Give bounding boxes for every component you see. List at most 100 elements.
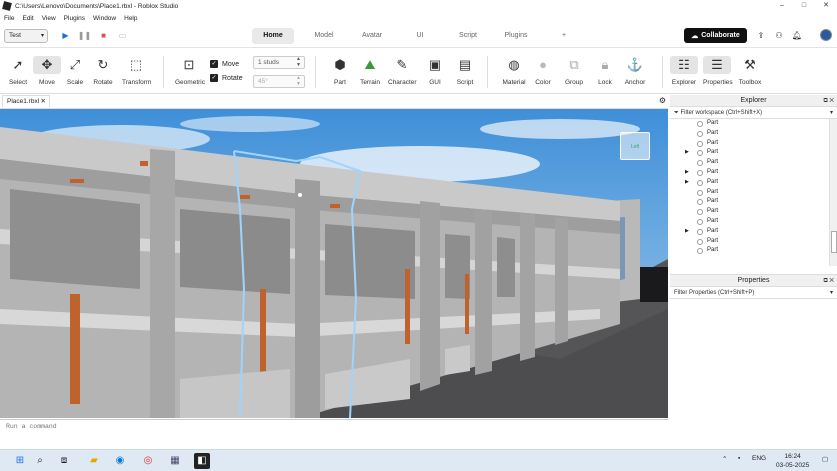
stepper-icon[interactable]: ▲ ▼ — [296, 75, 301, 87]
tab-script[interactable]: Script — [444, 28, 492, 44]
notifications-icon[interactable]: 🔔︎ — [788, 28, 806, 43]
language-indicator[interactable]: ENG — [752, 455, 766, 462]
tray-app-icon[interactable]: ▪ — [738, 455, 740, 462]
scrollbar-thumb[interactable] — [831, 231, 837, 253]
chrome-browser-icon[interactable]: ◎ — [140, 453, 156, 469]
document-tab-strip: ⚙ — [0, 95, 668, 109]
move-tool[interactable]: ✥ Move — [33, 56, 61, 86]
document-tab[interactable]: Place1.rbxl ✕ — [2, 95, 50, 107]
gui-tool[interactable]: ▣ GUI — [421, 56, 449, 86]
character-tool[interactable]: ✎ Character — [388, 56, 417, 86]
explorer-filter[interactable]: ⏷ Filter workspace (Ctrl+Shift+X) ▾ — [670, 107, 837, 119]
anchor-tool[interactable]: ⚓ Anchor — [621, 56, 649, 86]
system-clock[interactable]: 16:24 03-05-2025 — [776, 452, 809, 470]
tab-avatar[interactable]: Avatar — [348, 28, 396, 44]
mode-select[interactable]: Test ▾ — [4, 29, 48, 43]
expand-arrow-icon[interactable]: ▶ — [685, 178, 689, 188]
explorer-row[interactable]: Part — [670, 139, 828, 149]
properties-toggle[interactable]: ☰ Properties — [703, 56, 733, 86]
explorer-row[interactable]: Part — [670, 119, 828, 129]
tab-add[interactable]: + — [540, 28, 588, 44]
play-icon[interactable]: ▶ — [56, 30, 75, 42]
tab-model[interactable]: Model — [300, 28, 348, 44]
menu-plugins[interactable]: Plugins — [64, 15, 85, 22]
move-snap-input[interactable]: 1 studs ▲ ▼ — [253, 56, 305, 69]
geometric-tool[interactable]: ⊡ Geometric — [175, 56, 205, 86]
edge-browser-icon[interactable]: ◉ — [112, 453, 128, 469]
explorer-row[interactable]: ▶ Part — [670, 148, 828, 158]
chevron-down-icon[interactable]: ▾ — [830, 107, 833, 119]
lock-tool[interactable]: 🔒︎ Lock — [591, 56, 619, 86]
properties-filter[interactable]: Filter Properties (Ctrl+Shift+P) ▾ — [670, 287, 837, 299]
undock-icon[interactable]: ⧉ — [823, 278, 827, 284]
explorer-row[interactable]: ▶ Part — [670, 178, 828, 188]
transform-tool[interactable]: ⬚ Transform — [122, 56, 151, 86]
explorer-row[interactable]: Part — [670, 237, 828, 247]
group-tool[interactable]: ⧉ Group — [560, 56, 588, 86]
terrain-tool[interactable]: ⛰ Terrain — [356, 56, 384, 86]
team-icon[interactable]: ⚇ — [770, 28, 788, 43]
chevron-down-icon[interactable]: ▾ — [830, 287, 833, 299]
3d-viewport[interactable]: Left — [0, 109, 668, 418]
part-tool[interactable]: ⬢ Part — [326, 56, 354, 86]
tab-plugins[interactable]: Plugins — [492, 28, 540, 44]
share-icon[interactable]: ⇪ — [752, 28, 770, 43]
menu-view[interactable]: View — [42, 15, 56, 22]
view-cube[interactable]: Left — [620, 132, 650, 160]
properties-header: Properties ⧉ ✕ — [670, 275, 837, 287]
menu-help[interactable]: Help — [124, 15, 137, 22]
explorer-row[interactable]: Part — [670, 129, 828, 139]
rotate-snap-toggle[interactable]: ✓ Rotate — [210, 74, 243, 82]
explorer-row[interactable]: Part — [670, 158, 828, 168]
script-tool[interactable]: ▤ Script — [451, 56, 479, 86]
stepper-icon[interactable]: ▲ ▼ — [296, 56, 301, 68]
rotate-tool[interactable]: ↻ Rotate — [89, 56, 117, 86]
pause-icon[interactable]: ❚❚ — [75, 30, 94, 42]
toolbox-toggle[interactable]: ⚒ Toolbox — [736, 56, 764, 86]
close-icon[interactable]: ✕ — [829, 98, 834, 104]
material-tool[interactable]: ◍ Material — [500, 56, 528, 86]
close-button[interactable]: ✕ — [815, 0, 837, 12]
roblox-studio-taskbar-icon[interactable]: ◧ — [194, 453, 210, 469]
app-icon[interactable]: ▦ — [167, 453, 183, 469]
explorer-row[interactable]: Part — [670, 217, 828, 227]
explorer-row[interactable]: Part — [670, 207, 828, 217]
close-icon[interactable]: ✕ — [41, 96, 46, 107]
tab-home[interactable]: Home — [252, 28, 294, 44]
explorer-row[interactable]: Part — [670, 197, 828, 207]
tray-chevron-icon[interactable]: ⌃ — [722, 455, 727, 463]
move-snap-toggle[interactable]: ✓ Move — [210, 60, 239, 68]
minimize-button[interactable]: – — [771, 0, 793, 12]
file-explorer-icon[interactable]: ▰ — [86, 453, 102, 469]
notification-center-icon[interactable]: ▢ — [822, 455, 828, 463]
explorer-toggle[interactable]: ☷ Explorer — [670, 56, 698, 86]
explorer-row[interactable]: ▶ Part — [670, 168, 828, 178]
close-icon[interactable]: ✕ — [829, 278, 834, 284]
scale-tool[interactable]: ⤢ Scale — [61, 56, 89, 86]
stop-icon[interactable]: ■ — [94, 30, 113, 42]
explorer-row[interactable]: Part — [670, 188, 828, 198]
task-view-icon[interactable]: ⧈ — [56, 453, 72, 469]
explorer-scrollbar[interactable] — [829, 119, 837, 266]
expand-arrow-icon[interactable]: ▶ — [685, 168, 689, 178]
expand-arrow-icon[interactable]: ▶ — [685, 148, 689, 158]
windows-start-icon[interactable]: ⊞ — [12, 453, 28, 469]
search-icon[interactable]: ⌕ — [32, 453, 48, 469]
maximize-button[interactable]: □ — [793, 0, 815, 12]
menu-window[interactable]: Window — [93, 15, 116, 22]
collaborate-button[interactable]: ☁ Collaborate — [684, 28, 747, 43]
undock-icon[interactable]: ⧉ — [823, 98, 827, 104]
explorer-row[interactable]: Part — [670, 246, 828, 256]
menu-file[interactable]: File — [4, 15, 14, 22]
avatar[interactable] — [820, 29, 832, 41]
color-tool[interactable]: ● Color — [529, 56, 557, 86]
command-input[interactable] — [6, 421, 646, 432]
menu-edit[interactable]: Edit — [22, 15, 33, 22]
select-tool[interactable]: ➚ Select — [4, 56, 32, 86]
tab-ui[interactable]: UI — [396, 28, 444, 44]
viewport-settings-icon[interactable]: ⚙ — [659, 96, 666, 105]
device-emulator-icon[interactable]: ▭ — [113, 30, 132, 42]
rotate-snap-input[interactable]: 45° ▲ ▼ — [253, 75, 305, 88]
expand-arrow-icon[interactable]: ▶ — [685, 227, 689, 237]
explorer-row[interactable]: ▶ Part — [670, 227, 828, 237]
